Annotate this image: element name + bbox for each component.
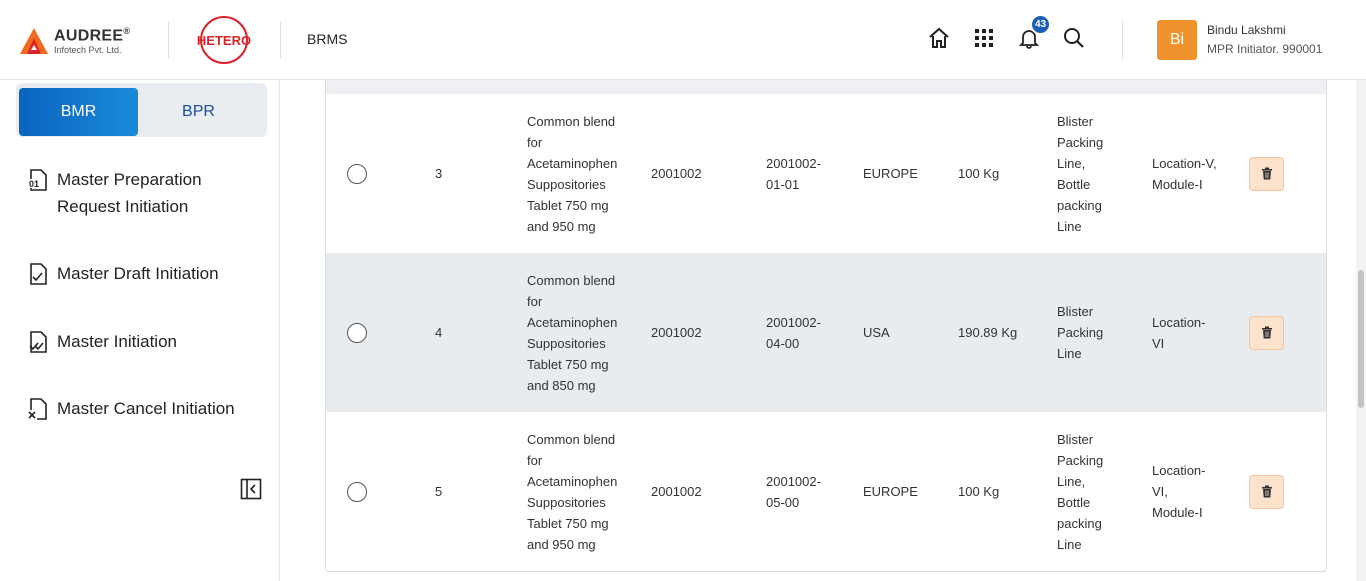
user-role: MPR Initiator. 990001 <box>1207 42 1323 56</box>
sidebar-item-label: Master Preparation <box>57 170 202 189</box>
trash-icon <box>1261 485 1272 498</box>
table-header-strip <box>326 80 1326 94</box>
audree-logo[interactable]: AUDREE® Infotech Pvt. Ltd. <box>20 22 130 56</box>
sidebar: BMR BPR 01 Master Preparation Request In… <box>0 80 280 581</box>
sidebar-item-label: Request Initiation <box>57 197 189 216</box>
product-name: Common blend for Acetaminophen Suppositori… <box>527 431 618 552</box>
row-number: 5 <box>435 484 443 499</box>
delete-button[interactable] <box>1249 156 1284 191</box>
app-name: BRMS <box>307 31 348 47</box>
hetero-logo-text: HETERO <box>197 33 251 48</box>
location: Location-V, Module-I <box>1152 155 1217 192</box>
product-name: Common blend for Acetaminophen Suppositori… <box>527 272 618 393</box>
packing-line: Blister Packing Line <box>1057 304 1104 361</box>
packing-line: Blister Packing Line, Bottle packing Line <box>1057 113 1104 234</box>
row-select-radio[interactable] <box>347 163 367 184</box>
main-content: 3 Common blend for Acetaminophen Supposito… <box>280 80 1356 581</box>
tab-bmr[interactable]: BMR <box>19 88 138 136</box>
sidebar-item-master-cancel-initiation[interactable]: Master Cancel Initiation <box>26 395 235 422</box>
header-divider <box>1122 22 1123 58</box>
batch-size: 100 Kg <box>958 166 1000 181</box>
tab-bpr[interactable]: BPR <box>139 88 258 136</box>
product-code: 2001002 <box>651 484 702 499</box>
document-double-check-icon <box>29 331 47 353</box>
trash-icon <box>1261 167 1272 180</box>
sidebar-item-label: Master Draft Initiation <box>57 264 219 283</box>
collapse-sidebar-icon[interactable] <box>240 478 262 500</box>
batch-size: 100 Kg <box>958 484 1000 499</box>
row-select-radio[interactable] <box>347 322 367 343</box>
hetero-logo: HETERO <box>197 16 251 64</box>
page-scrollbar-thumb[interactable] <box>1358 270 1364 408</box>
row-select-radio[interactable] <box>347 481 367 502</box>
mpr-number: 2001002- 01-01 <box>766 155 821 192</box>
sidebar-item-master-draft-initiation[interactable]: Master Draft Initiation <box>26 260 219 287</box>
row-number: 3 <box>435 166 443 181</box>
home-icon[interactable] <box>926 25 952 51</box>
search-icon[interactable] <box>1061 25 1087 51</box>
batch-size: 190.89 Kg <box>958 325 1018 340</box>
trash-icon <box>1261 326 1272 339</box>
market: USA <box>863 325 890 340</box>
header-divider <box>280 22 281 58</box>
user-avatar[interactable]: Bi <box>1157 20 1197 60</box>
header-divider <box>168 22 169 58</box>
audree-logo-mark <box>20 28 48 54</box>
apps-grid-icon[interactable] <box>971 25 997 51</box>
row-number: 4 <box>435 325 443 340</box>
delete-button[interactable] <box>1249 474 1284 509</box>
sidebar-item-master-initiation[interactable]: Master Initiation <box>26 328 177 355</box>
app-header: AUDREE® Infotech Pvt. Ltd. HETERO BRMS 4… <box>0 0 1366 80</box>
market: EUROPE <box>863 166 918 181</box>
product-name: Common blend for Acetaminophen Suppositori… <box>527 113 618 234</box>
registered-mark: ® <box>123 26 131 36</box>
mpr-number: 2001002- 04-00 <box>766 314 821 351</box>
audree-subtitle: Infotech Pvt. Ltd. <box>54 45 122 56</box>
record-type-toggle: BMR BPR <box>16 83 267 137</box>
product-code: 2001002 <box>651 325 702 340</box>
product-code: 2001002 <box>651 166 702 181</box>
location: Location- VI <box>1152 314 1206 351</box>
svg-text:01: 01 <box>29 179 39 189</box>
user-name[interactable]: Bindu Lakshmi <box>1207 23 1286 37</box>
document-cancel-icon <box>27 398 47 420</box>
table-row[interactable]: 5 Common blend for Acetaminophen Supposito… <box>326 412 1326 571</box>
table-row[interactable]: 3 Common blend for Acetaminophen Supposito… <box>326 94 1326 253</box>
market: EUROPE <box>863 484 918 499</box>
sidebar-item-label: Master Initiation <box>57 332 177 351</box>
location: Location- VI, Module-I <box>1152 463 1206 520</box>
mpr-number: 2001002- 05-00 <box>766 473 821 510</box>
notification-count-badge[interactable]: 43 <box>1030 14 1051 35</box>
master-records-table: 3 Common blend for Acetaminophen Supposito… <box>325 80 1327 572</box>
document-check-icon <box>30 263 47 285</box>
audree-brand-text: AUDREE <box>54 27 124 45</box>
packing-line: Blister Packing Line, Bottle packing Line <box>1057 431 1104 552</box>
sidebar-item-label: Master Cancel Initiation <box>57 399 235 418</box>
sidebar-item-master-preparation-request-initiation[interactable]: 01 Master Preparation Request Initiation <box>26 166 202 220</box>
delete-button[interactable] <box>1249 315 1284 350</box>
table-row[interactable]: 4 Common blend for Acetaminophen Supposito… <box>326 253 1326 412</box>
document-01-icon: 01 <box>28 169 47 191</box>
